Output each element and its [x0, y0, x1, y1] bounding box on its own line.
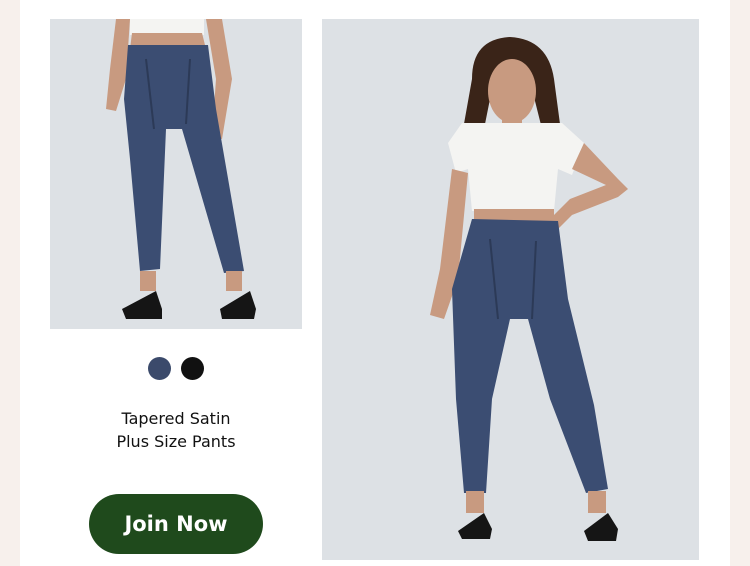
- product-name-line2: Plus Size Pants: [116, 432, 236, 451]
- model-full-photo[interactable]: [322, 19, 699, 560]
- swatch-black[interactable]: [181, 357, 204, 380]
- join-now-button[interactable]: Join Now: [89, 494, 263, 554]
- product-name-line1: Tapered Satin: [121, 409, 231, 428]
- color-swatches: [148, 357, 204, 380]
- product-card: Tapered Satin Plus Size Pants Join Now: [20, 0, 730, 566]
- swatch-navy[interactable]: [148, 357, 171, 380]
- product-detail-photo[interactable]: [50, 19, 302, 329]
- product-name[interactable]: Tapered Satin Plus Size Pants: [50, 407, 302, 453]
- model-wearing-pants-image: [430, 37, 628, 541]
- pants-closeup-image: [106, 19, 256, 319]
